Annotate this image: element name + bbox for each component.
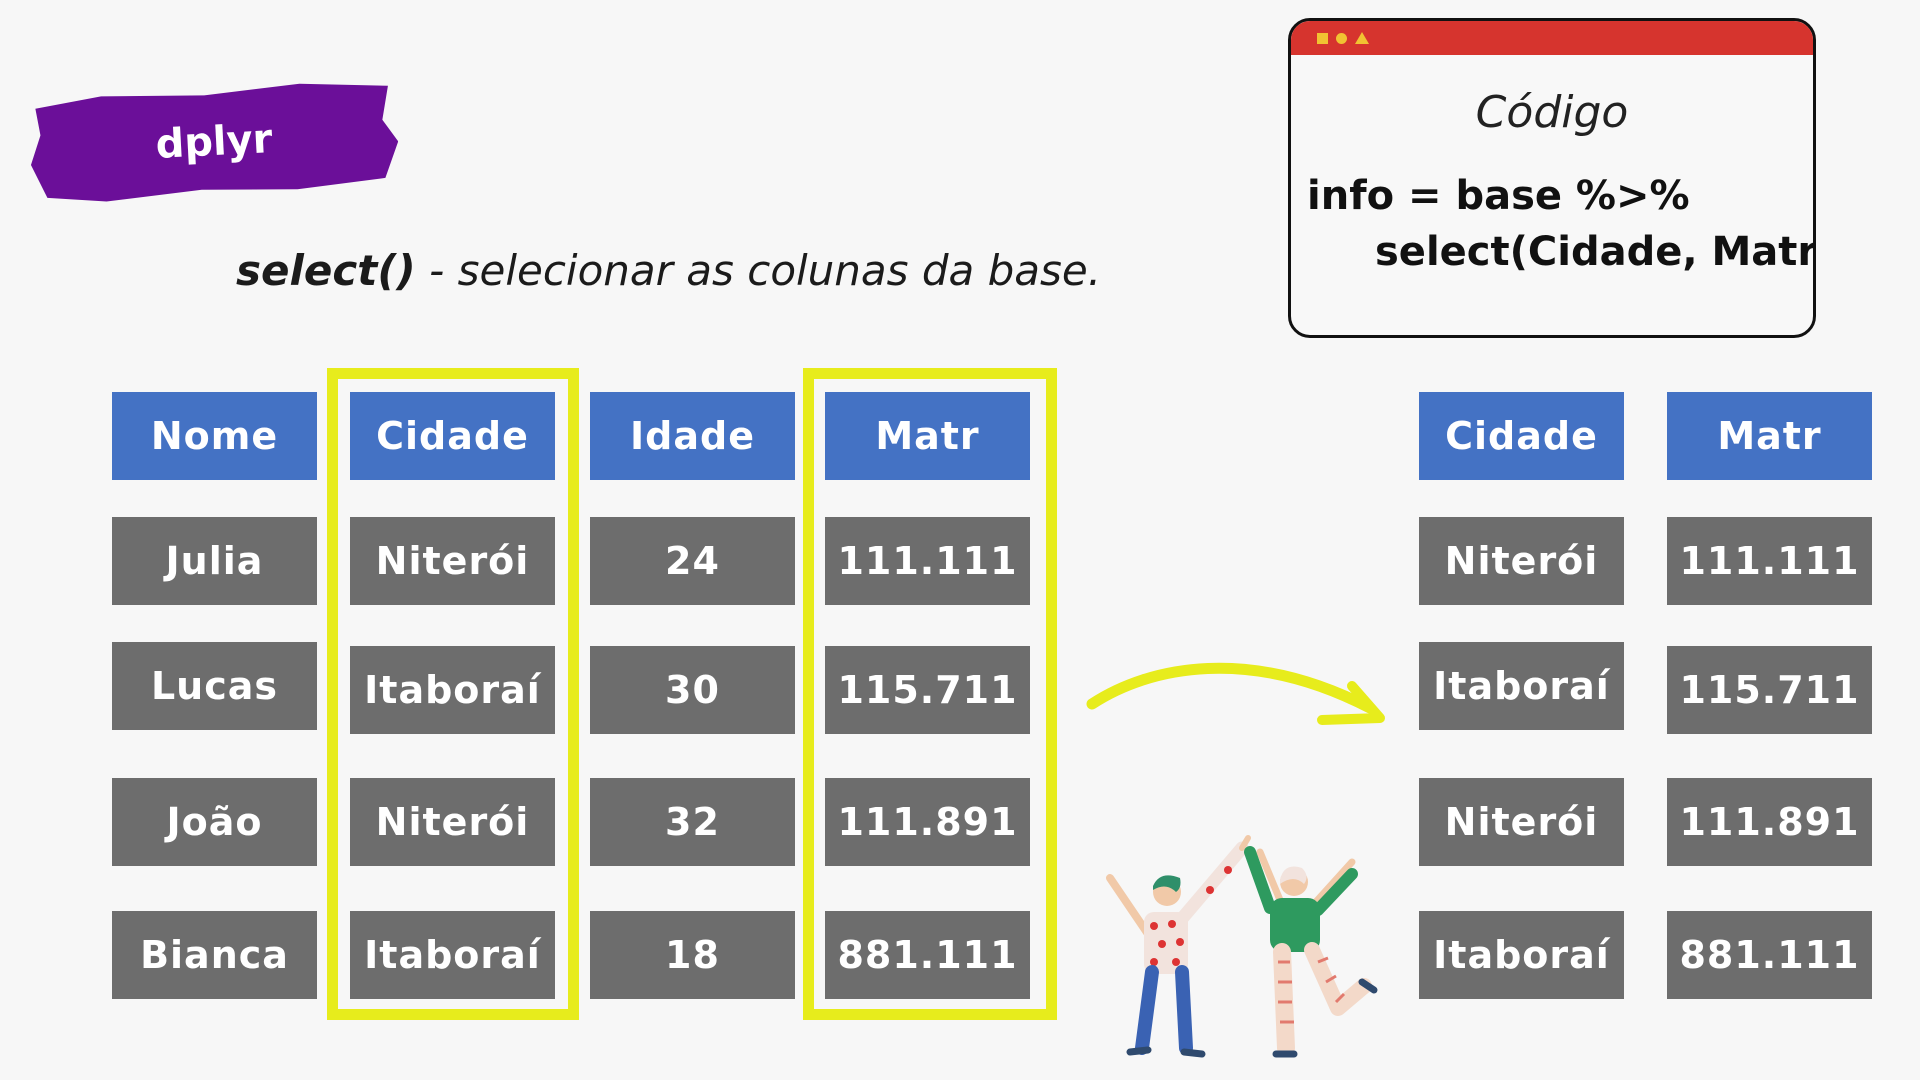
table-cell: Lucas <box>112 642 317 730</box>
code-window: Código info = base %>% select(Cidade, Ma… <box>1288 18 1816 338</box>
dplyr-tag: dplyr <box>27 76 400 207</box>
table-cell: 115.711 <box>1667 646 1872 734</box>
code-window-titlebar <box>1291 21 1813 55</box>
table-cell: Niterói <box>1419 778 1624 866</box>
celebrating-people-illustration <box>1106 835 1378 1058</box>
table-cell: 881.111 <box>1667 911 1872 999</box>
table-cell: 111.111 <box>1667 517 1872 605</box>
header-cidade: Cidade <box>1419 392 1624 480</box>
function-name: select() <box>236 246 416 295</box>
table-cell: 111.891 <box>1667 778 1872 866</box>
square-icon <box>1317 32 1328 44</box>
triangle-icon <box>1355 32 1369 44</box>
code-line-1: info = base %>% <box>1307 173 1690 219</box>
header-matr: Matr <box>1667 392 1872 480</box>
function-description: - selecionar as colunas da base. <box>415 246 1102 295</box>
table-cell: 24 <box>590 517 795 605</box>
code-title: Código <box>1475 87 1629 138</box>
header-idade: Idade <box>590 392 795 480</box>
table-cell: 30 <box>590 646 795 734</box>
matr-column-highlight <box>803 368 1057 1020</box>
slide-subtitle: select() - selecionar as colunas da base… <box>236 246 1101 295</box>
arrow-icon <box>1086 662 1385 725</box>
table-cell: Bianca <box>112 911 317 999</box>
person-left <box>1106 835 1251 1058</box>
table-cell: Niterói <box>1419 517 1624 605</box>
code-line-2: select(Cidade, Matr) <box>1375 229 1816 275</box>
cidade-column-highlight <box>327 368 579 1020</box>
header-nome: Nome <box>112 392 317 480</box>
circle-icon <box>1336 32 1347 44</box>
dplyr-tag-label: dplyr <box>154 115 274 169</box>
table-cell: Itaboraí <box>1419 642 1624 730</box>
table-cell: 32 <box>590 778 795 866</box>
table-cell: Julia <box>112 517 317 605</box>
table-cell: João <box>112 778 317 866</box>
table-cell: 18 <box>590 911 795 999</box>
table-cell: Itaboraí <box>1419 911 1624 999</box>
person-right <box>1244 846 1378 1058</box>
